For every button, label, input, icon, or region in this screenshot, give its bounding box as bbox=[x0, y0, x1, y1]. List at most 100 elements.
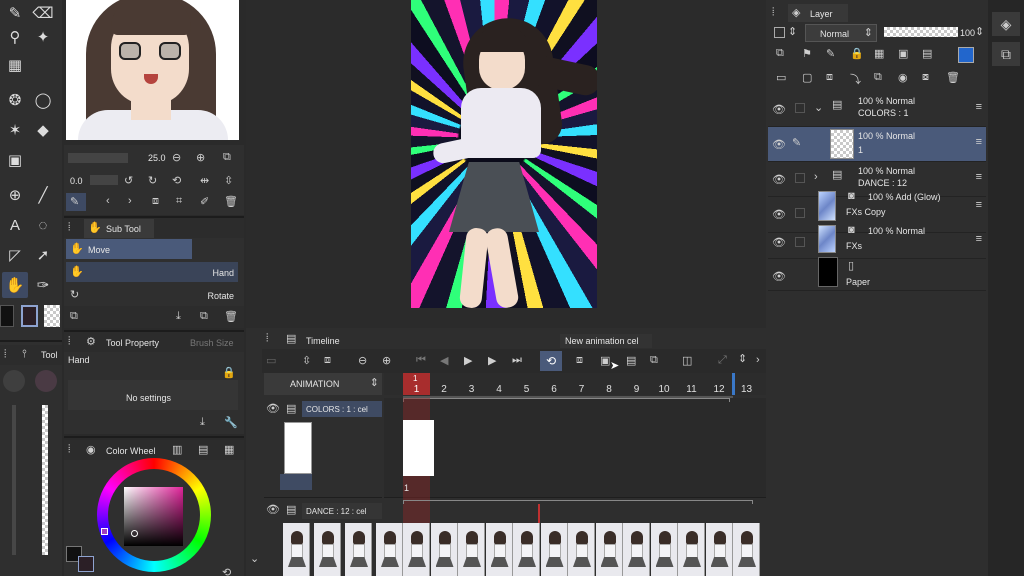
reset-rotate-icon[interactable]: ⟲ bbox=[172, 174, 181, 187]
magic-wand-icon[interactable]: ✶ bbox=[2, 117, 28, 143]
play-icon[interactable]: ▶ bbox=[464, 354, 472, 367]
layer-row-selected[interactable]: 👁 ✎ 100 % Normal 1 ≡ bbox=[768, 127, 986, 162]
frame-number[interactable]: 1 bbox=[403, 384, 430, 395]
cel-thumbnail[interactable] bbox=[650, 523, 678, 576]
mask-add-icon[interactable]: ◉ bbox=[898, 71, 908, 84]
track-header[interactable]: 👁 ▤ DANCE : 12 : cel bbox=[264, 500, 382, 522]
tool-tab-label[interactable]: Tool bbox=[41, 350, 58, 360]
color-set-tab-icon[interactable]: ▥ bbox=[172, 443, 182, 456]
duplicate-icon[interactable]: ⧉ bbox=[200, 310, 208, 323]
brush-tool-icon[interactable]: ✑ bbox=[30, 272, 56, 298]
camera-icon[interactable]: ⌗ bbox=[176, 195, 182, 208]
zoom-in-icon[interactable]: ⊕ bbox=[382, 354, 391, 367]
stepper-icon[interactable]: ⇕ bbox=[975, 25, 984, 38]
flip-horizontal-icon[interactable]: ⇹ bbox=[200, 174, 209, 187]
frame-number[interactable]: 5 bbox=[513, 384, 540, 395]
folder-expand-icon[interactable]: ⌄ bbox=[814, 101, 823, 114]
eye-icon[interactable]: 👁 bbox=[772, 137, 786, 151]
layer-lock-checkbox[interactable] bbox=[795, 103, 805, 113]
frame-number[interactable]: 3 bbox=[458, 384, 485, 395]
tool-tab-icon[interactable]: ⫯ bbox=[22, 348, 27, 361]
cel-thumbnail[interactable] bbox=[403, 523, 430, 576]
combine-icon[interactable]: ⧉ bbox=[874, 71, 882, 84]
new-cel-icon[interactable]: ⧈ bbox=[576, 354, 583, 367]
next-frame-icon[interactable]: ▶ bbox=[488, 354, 496, 367]
timeline-title[interactable]: Timeline bbox=[306, 336, 340, 346]
balloon-tool-icon[interactable]: ◌ bbox=[30, 212, 56, 238]
apply-mask-icon[interactable]: ⧇ bbox=[922, 71, 929, 84]
trash-icon[interactable]: 🗑 bbox=[224, 195, 238, 208]
cel-thumbnail[interactable] bbox=[678, 523, 705, 576]
color-wheel-title[interactable]: Color Wheel bbox=[106, 446, 156, 456]
edit-timeline-icon[interactable]: ⧈ bbox=[324, 354, 331, 367]
ruler-icon[interactable]: ▤ bbox=[922, 47, 932, 60]
drag-handle-icon[interactable]: ≡ bbox=[976, 136, 982, 148]
blend-mode-select[interactable]: Normal ⇕ bbox=[805, 24, 877, 42]
dock-button-layers[interactable]: ◈ bbox=[992, 12, 1020, 36]
color-picker-handle[interactable] bbox=[131, 530, 138, 537]
grid-tool-icon[interactable]: ▦ bbox=[2, 52, 28, 78]
frame-number[interactable]: 6 bbox=[541, 384, 568, 395]
brush-size-tab[interactable]: Brush Size bbox=[190, 338, 234, 348]
mask-icon[interactable]: ▣ bbox=[898, 47, 908, 60]
clip-icon[interactable]: ⧉ bbox=[776, 47, 784, 60]
eye-icon[interactable]: 👁 bbox=[266, 402, 280, 415]
scroll-right-icon[interactable]: › bbox=[756, 354, 760, 366]
transfer-icon[interactable]: ⤵ bbox=[850, 71, 861, 87]
new-raster-icon[interactable]: ▭ bbox=[776, 71, 786, 84]
trash-icon[interactable]: 🗑 bbox=[946, 71, 960, 84]
cel-thumbnail[interactable] bbox=[376, 523, 403, 576]
chevron-down-icon[interactable]: ⌄ bbox=[250, 552, 259, 565]
layer-color-toggle[interactable] bbox=[774, 27, 785, 38]
color-slider-tab-icon[interactable]: ▦ bbox=[224, 443, 234, 456]
track-name-box[interactable]: COLORS : 1 : cel bbox=[302, 401, 382, 417]
cel-thumbnail[interactable] bbox=[623, 523, 650, 576]
frame-number[interactable]: 12 bbox=[706, 384, 733, 395]
sparkle-tool-icon[interactable]: ✦ bbox=[30, 24, 56, 50]
cel-thumbnail[interactable] bbox=[540, 523, 568, 576]
stepper-icon[interactable]: ⇕ bbox=[788, 25, 797, 38]
layer-lock-checkbox[interactable] bbox=[795, 237, 805, 247]
eye-icon[interactable]: 👁 bbox=[772, 235, 786, 249]
frame-number[interactable]: 8 bbox=[596, 384, 623, 395]
transparent-color-swatch[interactable] bbox=[44, 305, 60, 327]
folder-collapse-icon[interactable]: › bbox=[814, 171, 818, 183]
hand-tool-icon[interactable]: ✋ bbox=[2, 272, 28, 298]
cel-thumbnail[interactable] bbox=[568, 523, 595, 576]
sub-tool-item-move[interactable]: ✋ Move bbox=[66, 239, 192, 259]
track-header[interactable]: 👁 ▤ COLORS : 1 : cel 1 bbox=[264, 398, 382, 498]
trash-icon[interactable]: 🗑 bbox=[224, 310, 238, 323]
layer-color-button[interactable] bbox=[958, 47, 974, 63]
cel-thumbnail[interactable] bbox=[458, 523, 485, 576]
chevron-left-icon[interactable]: ‹ bbox=[106, 195, 110, 207]
line-tool-icon[interactable]: ╱ bbox=[30, 182, 56, 208]
brush-color-circle[interactable] bbox=[35, 370, 57, 392]
pointer-tool-icon[interactable]: ➚ bbox=[30, 242, 56, 268]
eye-icon[interactable]: 👁 bbox=[772, 269, 786, 283]
frame-number[interactable]: 4 bbox=[486, 384, 513, 395]
draft-icon[interactable]: ✎ bbox=[826, 47, 835, 60]
rotate-right-icon[interactable]: ↻ bbox=[148, 174, 157, 187]
layer-lock-checkbox[interactable] bbox=[795, 173, 805, 183]
download-icon[interactable]: ⤓ bbox=[200, 416, 205, 429]
lock-icon[interactable]: 🔒 bbox=[222, 366, 236, 379]
zoom-slider[interactable] bbox=[68, 153, 128, 163]
animation-folder-header[interactable]: ANIMATION ⇕ bbox=[264, 373, 382, 395]
text-tool-icon[interactable]: A bbox=[2, 212, 28, 238]
loop-button[interactable]: ⟲ bbox=[540, 351, 562, 371]
zoom-out-icon[interactable]: ⊖ bbox=[172, 151, 181, 164]
hue-handle[interactable] bbox=[101, 528, 108, 535]
specify-cel-icon[interactable]: ▤ bbox=[626, 354, 636, 367]
eye-icon[interactable]: 👁 bbox=[772, 102, 786, 116]
layer-row[interactable]: 👁 ▯ Paper bbox=[768, 257, 986, 291]
frame-number[interactable]: 10 bbox=[651, 384, 678, 395]
new-vector-icon[interactable]: ▢ bbox=[802, 71, 812, 84]
tool-property-title[interactable]: Tool Property bbox=[106, 338, 159, 348]
fit-icon[interactable]: ⧉ bbox=[223, 151, 231, 164]
flip-vertical-icon[interactable]: ⇳ bbox=[224, 174, 233, 187]
lock-transparent-icon[interactable]: ▦ bbox=[874, 47, 884, 60]
lasso-tool-icon[interactable]: ◯ bbox=[30, 87, 56, 113]
stamp-icon[interactable]: ⧈ bbox=[152, 195, 159, 208]
fill-tool-icon[interactable]: ⚲ bbox=[2, 24, 28, 50]
cel-thumbnail[interactable] bbox=[485, 523, 513, 576]
